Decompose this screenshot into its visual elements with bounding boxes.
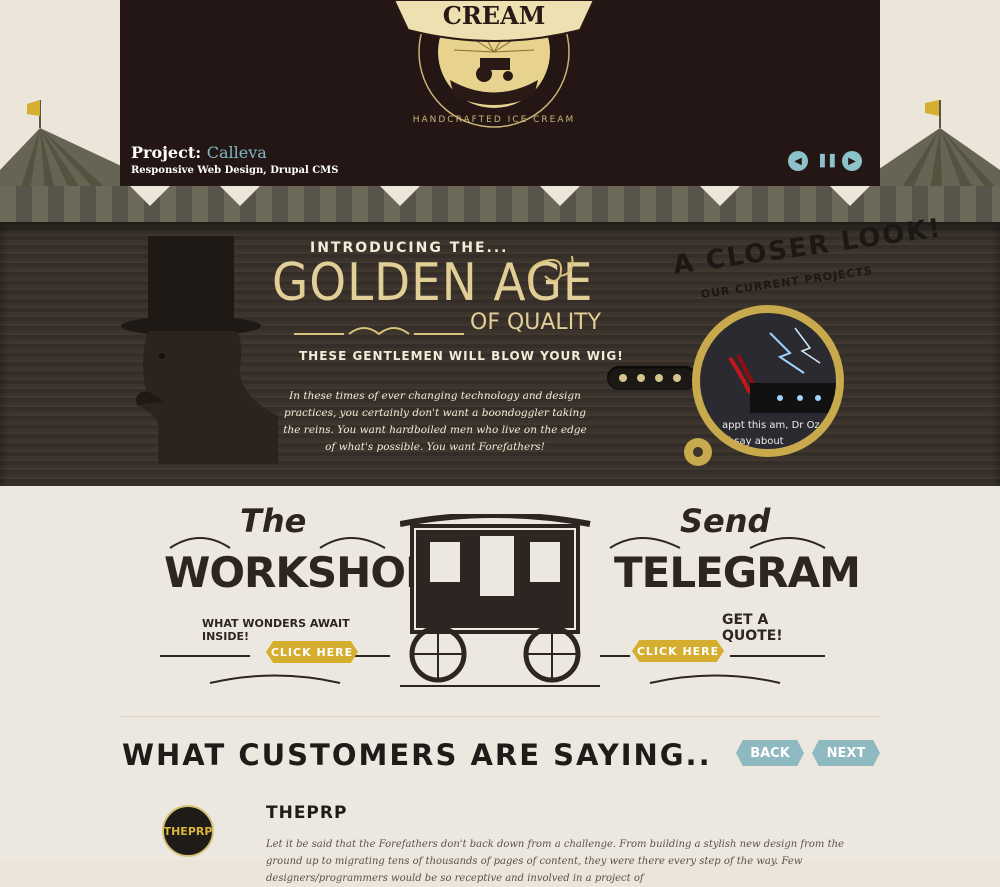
project-prefix: Project: <box>131 143 202 162</box>
logo-word: CREAM <box>443 1 546 30</box>
telegram-small-title: Send <box>680 502 771 540</box>
project-slider[interactable]: CREAM HANDCRAFTED ICE CREAM Project: Cal… <box>120 0 880 186</box>
telegram-subtitle: GET A QUOTE! <box>722 612 783 644</box>
carousel-dot-1[interactable] <box>619 374 627 382</box>
testimonials-next-button[interactable]: NEXT <box>812 740 880 766</box>
right-flag-icon <box>925 100 939 116</box>
lens-handle-icon <box>684 438 712 466</box>
workshop-small-title: The <box>240 502 307 540</box>
lightning-device-illustration <box>728 327 836 413</box>
carousel-dot-2[interactable] <box>637 374 645 382</box>
client-avatar: THEPRP <box>162 805 214 857</box>
carousel-dot-3[interactable] <box>655 374 663 382</box>
left-flag-icon <box>27 100 40 116</box>
telegram-title: TELEGRAM <box>614 548 861 597</box>
carousel-dot-4[interactable] <box>673 374 681 382</box>
circus-wagon-illustration <box>400 514 600 687</box>
project-title: Project: Calleva <box>131 143 267 162</box>
flourish-ornament-icon <box>528 255 574 287</box>
workshop-subtitle: WHAT WONDERS AWAIT INSIDE! <box>202 617 350 643</box>
play-left-icon: ◀ <box>794 155 802 167</box>
pause-icon: ❚❚ <box>817 153 838 168</box>
play-right-icon: ▶ <box>848 155 856 167</box>
cream-logo-illustration: CREAM HANDCRAFTED ICE CREAM <box>392 0 596 128</box>
magnifier-caption-line-2: ld say about <box>722 436 784 447</box>
workshop-promo[interactable]: The WORKSHOP WHAT WONDERS AWAIT INSIDE! … <box>160 498 436 698</box>
workshop-click-here-button[interactable]: CLICK HERE <box>266 641 358 663</box>
project-link[interactable]: Calleva <box>207 143 267 162</box>
left-tent-illustration <box>0 100 130 190</box>
client-name: THEPRP <box>266 803 348 823</box>
slider-prev-button[interactable]: ◀ <box>788 151 808 171</box>
hero-tagline: THESE GENTLEMEN WILL BLOW YOUR WIG! <box>299 349 624 363</box>
workshop-title: WORKSHOP <box>164 548 436 597</box>
magnifier-caption-line-1: appt this am, Dr Oz <box>722 420 820 431</box>
logo-tagline: HANDCRAFTED ICE CREAM <box>413 115 576 125</box>
slider-pause-button[interactable]: ❚❚ <box>817 153 838 168</box>
project-subtitle: Responsive Web Design, Drupal CMS <box>131 165 339 176</box>
magnifier-caption: appt this am, Dr Oz ld say about <box>722 418 820 449</box>
magnifier-preview[interactable]: appt this am, Dr Oz ld say about <box>700 313 836 449</box>
telegram-promo[interactable]: Send TELEGRAM GET A QUOTE! CLICK HERE <box>600 498 861 698</box>
testimonials-title: WHAT CUSTOMERS ARE SAYING.. <box>122 738 712 772</box>
testimonial-quote: Let it be said that the Forefathers don'… <box>266 839 844 884</box>
divider-ornament <box>294 327 464 336</box>
section-divider <box>120 716 880 717</box>
bunting-zigzag <box>130 186 870 206</box>
slider-next-button[interactable]: ▶ <box>842 151 862 171</box>
telegram-click-here-button[interactable]: CLICK HERE <box>632 640 724 662</box>
testimonials-back-button[interactable]: BACK <box>736 740 804 766</box>
hero-headline-sub: OF QUALITY <box>470 310 602 335</box>
hero-paragraph: In these times of ever changing technolo… <box>283 390 587 453</box>
gentleman-silhouette-illustration <box>121 236 278 464</box>
project-carousel-dots <box>607 366 697 390</box>
